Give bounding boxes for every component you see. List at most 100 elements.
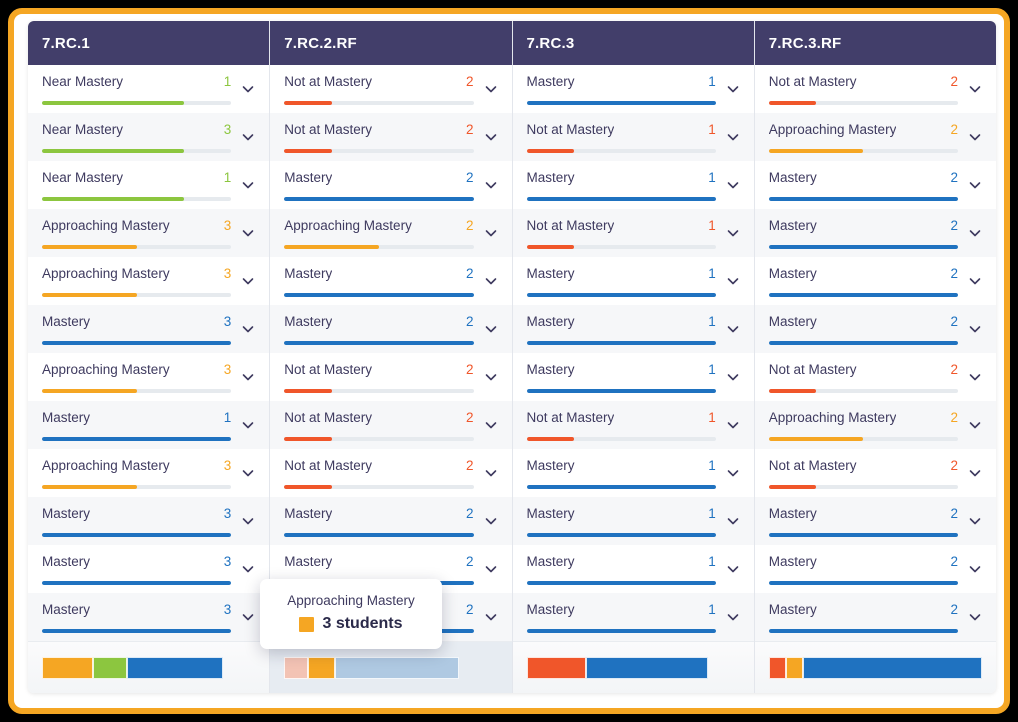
mastery-row[interactable]: Not at Mastery 2 — [754, 449, 996, 497]
chevron-down-icon[interactable] — [964, 74, 986, 104]
mastery-row[interactable]: Approaching Mastery 2 — [754, 113, 996, 161]
chevron-down-icon[interactable] — [480, 218, 502, 248]
chevron-down-icon[interactable] — [237, 122, 259, 152]
chevron-down-icon[interactable] — [480, 122, 502, 152]
mastery-row[interactable]: Mastery 1 — [512, 449, 754, 497]
chevron-down-icon[interactable] — [722, 218, 744, 248]
mastery-row[interactable]: Mastery 2 — [754, 305, 996, 353]
column-header[interactable]: 7.RC.3.RF — [754, 21, 996, 65]
mastery-row[interactable]: Mastery 1 — [28, 401, 270, 449]
chevron-down-icon[interactable] — [964, 506, 986, 536]
mastery-row[interactable]: Not at Mastery 1 — [512, 113, 754, 161]
mastery-row[interactable]: Mastery 1 — [512, 257, 754, 305]
chevron-down-icon[interactable] — [237, 74, 259, 104]
chevron-down-icon[interactable] — [722, 314, 744, 344]
chevron-down-icon[interactable] — [237, 362, 259, 392]
mastery-row[interactable]: Mastery 3 — [28, 305, 270, 353]
mastery-row[interactable]: Mastery 1 — [512, 545, 754, 593]
mastery-row[interactable]: Near Mastery 3 — [28, 113, 270, 161]
mastery-row[interactable]: Not at Mastery 2 — [754, 353, 996, 401]
mastery-row[interactable]: Mastery 2 — [270, 257, 512, 305]
chevron-down-icon[interactable] — [964, 554, 986, 584]
mastery-row[interactable]: Mastery 2 — [754, 545, 996, 593]
chevron-down-icon[interactable] — [964, 266, 986, 296]
mastery-row[interactable]: Mastery 1 — [512, 161, 754, 209]
distribution-segment[interactable] — [127, 656, 224, 679]
column-summary-bar[interactable] — [754, 641, 996, 693]
column-header[interactable]: 7.RC.2.RF — [270, 21, 512, 65]
mastery-row[interactable]: Mastery 2 — [754, 593, 996, 641]
chevron-down-icon[interactable] — [237, 410, 259, 440]
mastery-row[interactable]: Mastery 3 — [28, 593, 270, 641]
chevron-down-icon[interactable] — [964, 362, 986, 392]
distribution-segment[interactable] — [93, 656, 128, 679]
mastery-row[interactable]: Not at Mastery 2 — [754, 65, 996, 113]
mastery-row[interactable]: Not at Mastery 2 — [270, 353, 512, 401]
mastery-row[interactable]: Not at Mastery 2 — [270, 449, 512, 497]
chevron-down-icon[interactable] — [964, 458, 986, 488]
chevron-down-icon[interactable] — [722, 458, 744, 488]
mastery-row[interactable]: Approaching Mastery 2 — [270, 209, 512, 257]
column-header[interactable]: 7.RC.3 — [512, 21, 754, 65]
mastery-row[interactable]: Approaching Mastery 3 — [28, 257, 270, 305]
mastery-row[interactable]: Mastery 2 — [754, 497, 996, 545]
chevron-down-icon[interactable] — [964, 122, 986, 152]
mastery-row[interactable]: Approaching Mastery 3 — [28, 449, 270, 497]
distribution-segment[interactable] — [223, 657, 255, 679]
distribution-segment[interactable] — [802, 656, 982, 679]
mastery-row[interactable]: Not at Mastery 1 — [512, 401, 754, 449]
distribution-segment[interactable] — [768, 656, 786, 679]
chevron-down-icon[interactable] — [237, 266, 259, 296]
chevron-down-icon[interactable] — [237, 314, 259, 344]
distribution-segment[interactable] — [708, 657, 740, 679]
chevron-down-icon[interactable] — [480, 506, 502, 536]
mastery-row[interactable]: Not at Mastery 2 — [270, 65, 512, 113]
chevron-down-icon[interactable] — [964, 218, 986, 248]
distribution-segment[interactable] — [785, 656, 803, 679]
mastery-row[interactable]: Mastery 2 — [270, 161, 512, 209]
mastery-row[interactable]: Mastery 3 — [28, 545, 270, 593]
column-summary-bar[interactable] — [512, 641, 754, 693]
chevron-down-icon[interactable] — [722, 266, 744, 296]
distribution-segment[interactable] — [526, 656, 587, 679]
chevron-down-icon[interactable] — [722, 74, 744, 104]
chevron-down-icon[interactable] — [480, 554, 502, 584]
distribution-segment[interactable] — [307, 656, 336, 679]
mastery-row[interactable]: Mastery 1 — [512, 497, 754, 545]
mastery-row[interactable]: Approaching Mastery 3 — [28, 353, 270, 401]
distribution-segment[interactable] — [459, 657, 497, 679]
mastery-row[interactable]: Mastery 2 — [754, 209, 996, 257]
chevron-down-icon[interactable] — [237, 170, 259, 200]
mastery-row[interactable]: Mastery 1 — [512, 353, 754, 401]
distribution-segment[interactable] — [284, 656, 308, 679]
chevron-down-icon[interactable] — [480, 74, 502, 104]
mastery-row[interactable]: Approaching Mastery 2 — [754, 401, 996, 449]
chevron-down-icon[interactable] — [964, 314, 986, 344]
chevron-down-icon[interactable] — [722, 554, 744, 584]
mastery-row[interactable]: Mastery 2 — [754, 257, 996, 305]
chevron-down-icon[interactable] — [237, 554, 259, 584]
chevron-down-icon[interactable] — [480, 266, 502, 296]
chevron-down-icon[interactable] — [480, 314, 502, 344]
column-header[interactable]: 7.RC.1 — [28, 21, 270, 65]
chevron-down-icon[interactable] — [480, 410, 502, 440]
mastery-row[interactable]: Near Mastery 1 — [28, 161, 270, 209]
mastery-row[interactable]: Mastery 2 — [754, 161, 996, 209]
mastery-row[interactable]: Mastery 1 — [512, 305, 754, 353]
chevron-down-icon[interactable] — [237, 506, 259, 536]
chevron-down-icon[interactable] — [964, 410, 986, 440]
mastery-row[interactable]: Not at Mastery 2 — [270, 401, 512, 449]
chevron-down-icon[interactable] — [237, 218, 259, 248]
chevron-down-icon[interactable] — [722, 602, 744, 632]
chevron-down-icon[interactable] — [480, 170, 502, 200]
mastery-row[interactable]: Mastery 1 — [512, 593, 754, 641]
mastery-row[interactable]: Not at Mastery 1 — [512, 209, 754, 257]
distribution-segment[interactable] — [586, 656, 708, 679]
chevron-down-icon[interactable] — [237, 602, 259, 632]
mastery-row[interactable]: Mastery 2 — [270, 305, 512, 353]
mastery-row[interactable]: Mastery 2 — [270, 497, 512, 545]
mastery-row[interactable]: Mastery 1 — [512, 65, 754, 113]
mastery-row[interactable]: Near Mastery 1 — [28, 65, 270, 113]
distribution-segment[interactable] — [335, 656, 460, 679]
chevron-down-icon[interactable] — [480, 362, 502, 392]
